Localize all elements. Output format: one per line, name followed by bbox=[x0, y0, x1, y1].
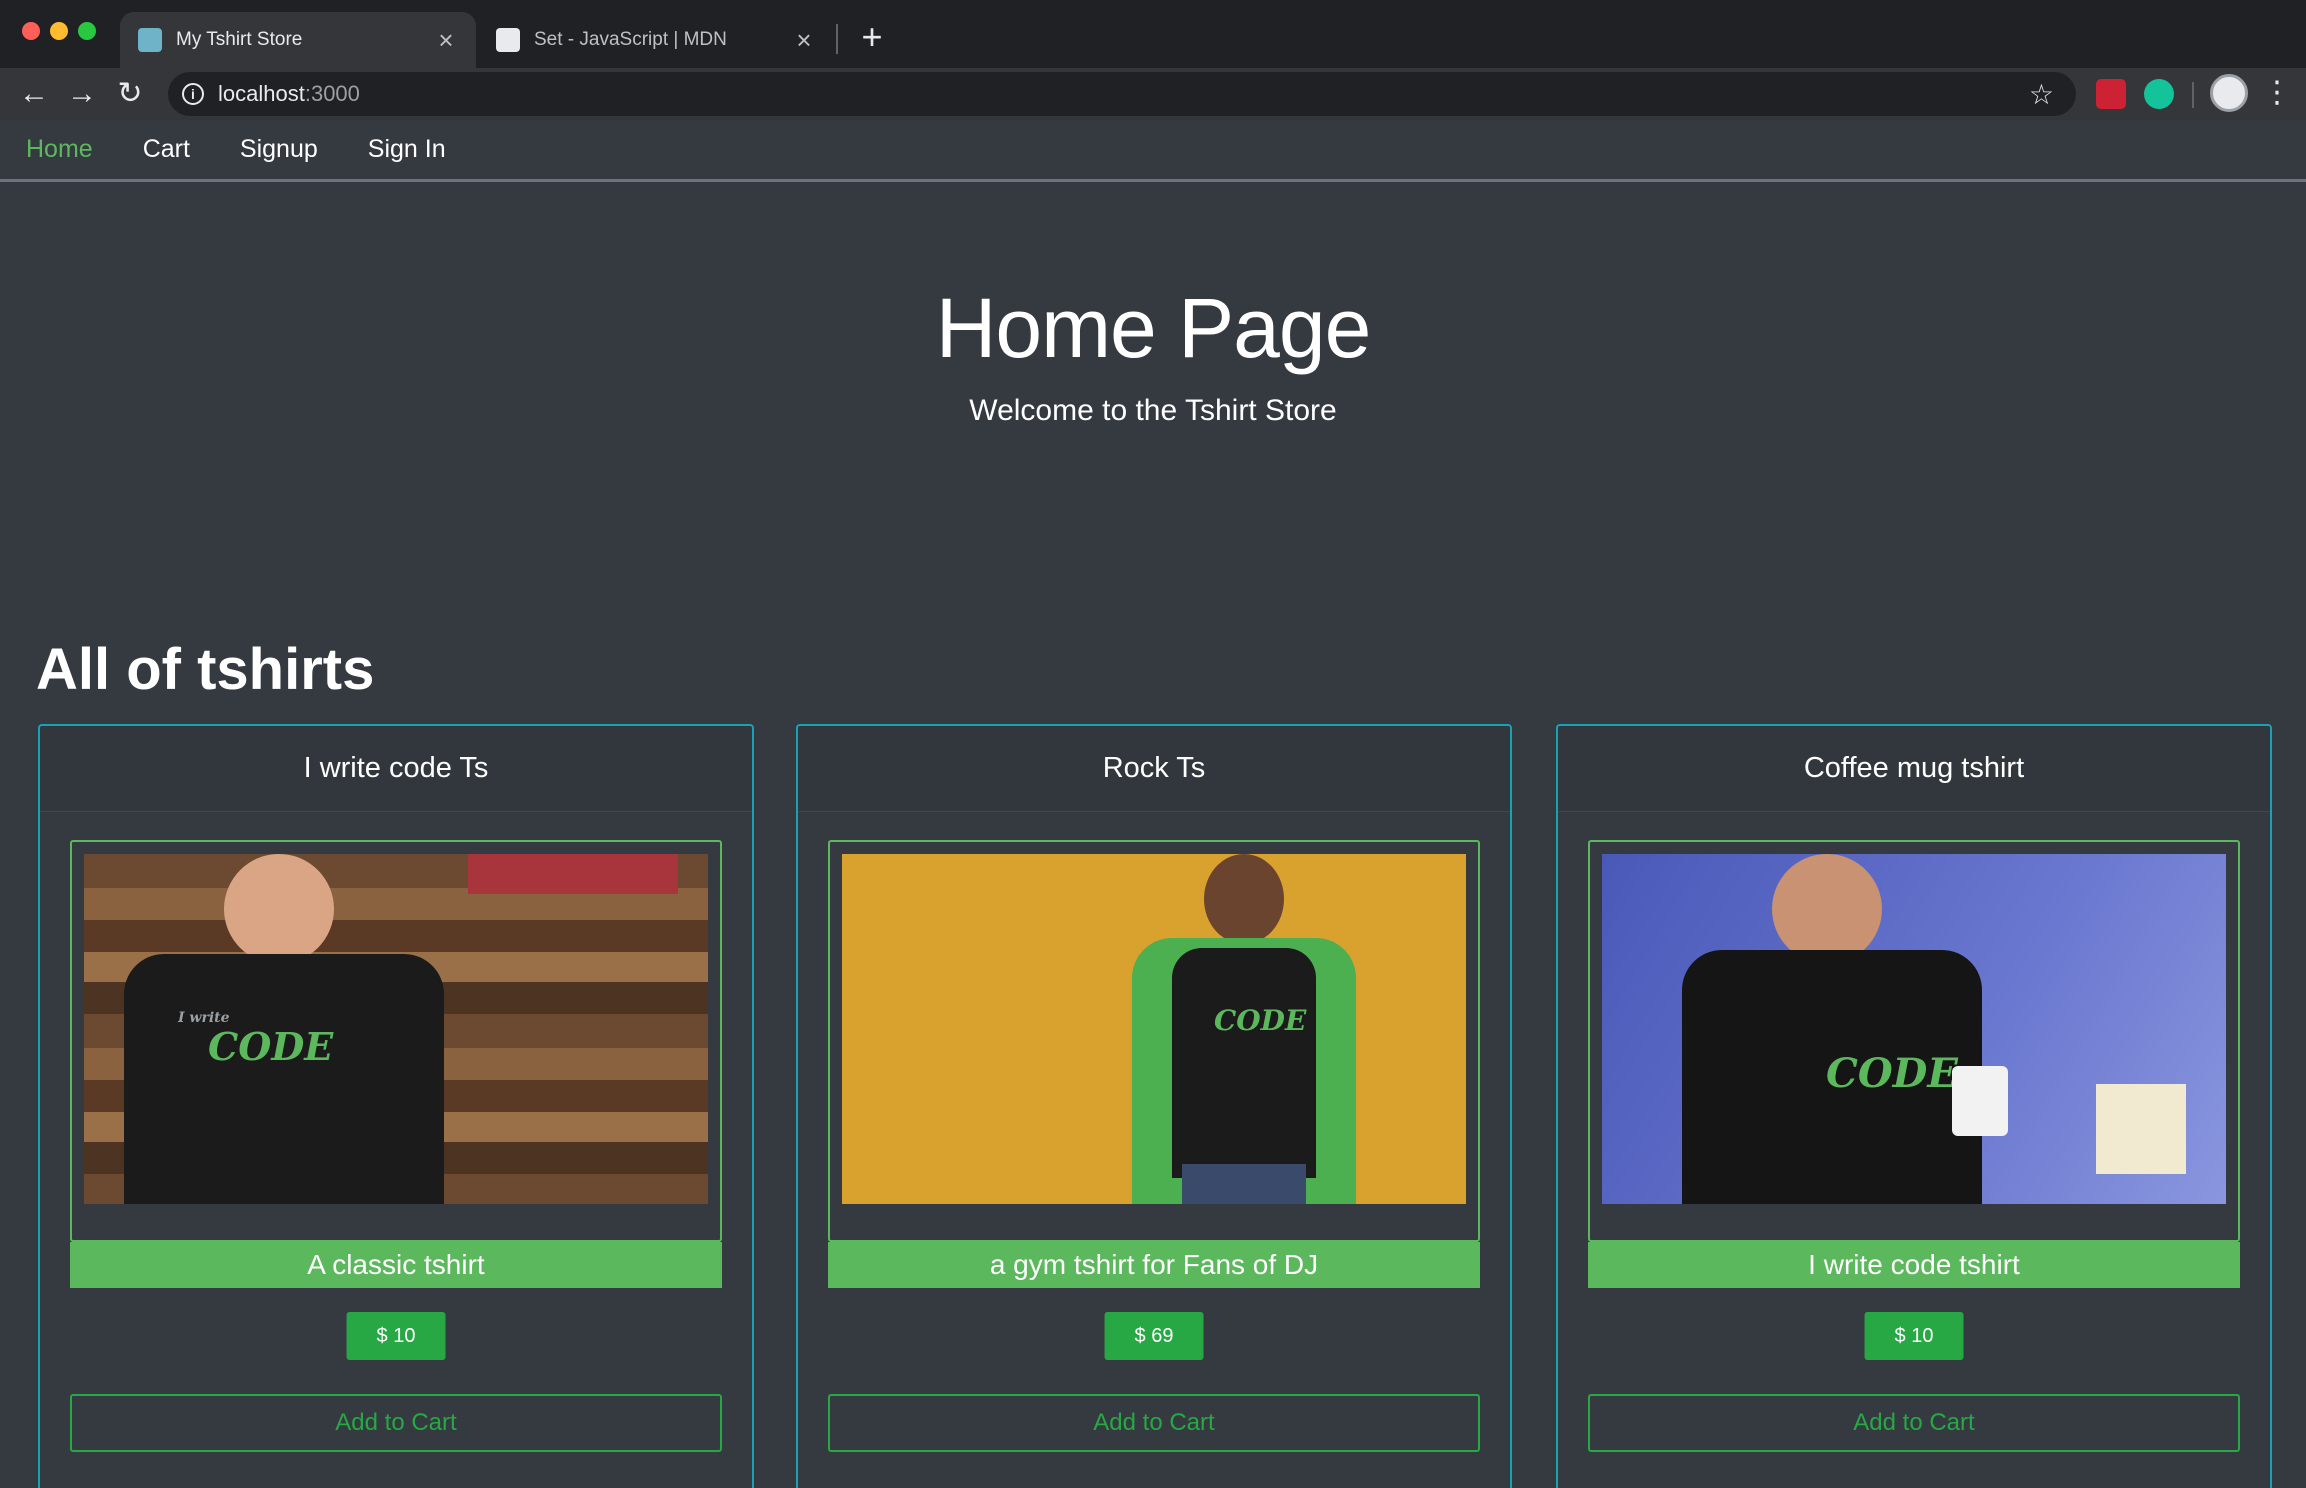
photo-logo-big: CODE bbox=[1214, 1004, 1307, 1037]
price-badge: $ 10 bbox=[346, 1312, 446, 1360]
browser-tab-tshirt-store[interactable]: My Tshirt Store × bbox=[120, 12, 476, 68]
browser-toolbar: ← → ↻ i localhost:3000 ☆ ⋮ bbox=[0, 68, 2306, 120]
product-image-frame: I write CODE A classic tshirt bbox=[70, 840, 722, 1288]
model-head bbox=[1772, 854, 1882, 964]
url-port: :3000 bbox=[304, 81, 360, 106]
product-image-frame: CODE I write code tshirt bbox=[1588, 840, 2240, 1288]
product-description: I write code tshirt bbox=[1588, 1242, 2240, 1288]
price-badge: $ 10 bbox=[1864, 1312, 1964, 1360]
product-card: I write code Ts I write CODE A classic t… bbox=[38, 724, 754, 1488]
add-to-cart-button[interactable]: Add to Cart bbox=[828, 1394, 1480, 1452]
close-window-button[interactable] bbox=[22, 22, 40, 40]
address-bar[interactable]: i localhost:3000 ☆ bbox=[168, 72, 2076, 116]
lamp-decoration bbox=[2096, 1084, 2186, 1174]
model-tshirt bbox=[1172, 948, 1316, 1178]
photo-logo-big: CODE bbox=[208, 1024, 334, 1069]
browser-menu-icon[interactable]: ⋮ bbox=[2262, 74, 2292, 112]
wood-panel-decoration bbox=[468, 854, 678, 894]
product-card: Rock Ts CODE a gym tshirt for Fans of DJ… bbox=[796, 724, 1512, 1488]
url-host: localhost bbox=[218, 81, 305, 106]
reload-icon[interactable]: ↻ bbox=[112, 76, 148, 112]
model-tshirt bbox=[124, 954, 444, 1204]
product-description: A classic tshirt bbox=[70, 1242, 722, 1288]
tab-title: Set - JavaScript | MDN bbox=[534, 29, 727, 50]
page-subtitle: Welcome to the Tshirt Store bbox=[969, 394, 1337, 427]
nav-link-home[interactable]: Home bbox=[26, 135, 93, 164]
browser-tab-bar: My Tshirt Store × Set - JavaScript | MDN… bbox=[0, 0, 2306, 68]
section-title: All of tshirts bbox=[36, 637, 375, 702]
bookmark-star-icon[interactable]: ☆ bbox=[2029, 78, 2054, 111]
minimize-window-button[interactable] bbox=[50, 22, 68, 40]
product-photo: CODE bbox=[1602, 854, 2226, 1204]
model-head bbox=[224, 854, 334, 964]
product-name: Rock Ts bbox=[798, 726, 1510, 812]
photo-logo-big: CODE bbox=[1826, 1050, 1958, 1097]
toolbar-separator bbox=[2192, 82, 2194, 108]
page-title: Home Page bbox=[935, 281, 1372, 375]
add-to-cart-button[interactable]: Add to Cart bbox=[70, 1394, 722, 1452]
forward-arrow-icon[interactable]: → bbox=[64, 76, 100, 112]
new-tab-icon[interactable]: + bbox=[852, 16, 892, 58]
coffee-mug bbox=[1952, 1066, 2008, 1136]
product-photo: I write CODE bbox=[84, 854, 708, 1204]
nav-link-signup[interactable]: Signup bbox=[240, 135, 318, 164]
grammarly-extension-icon[interactable] bbox=[2144, 79, 2174, 109]
nav-link-signin[interactable]: Sign In bbox=[368, 135, 446, 164]
site-favicon-icon bbox=[138, 28, 162, 52]
product-description: a gym tshirt for Fans of DJ bbox=[828, 1242, 1480, 1288]
product-photo: CODE bbox=[842, 854, 1466, 1204]
nav-link-cart[interactable]: Cart bbox=[143, 135, 190, 164]
mdn-favicon-icon bbox=[496, 28, 520, 52]
close-tab-icon[interactable]: × bbox=[792, 25, 816, 56]
maximize-window-button[interactable] bbox=[78, 22, 96, 40]
site-info-icon[interactable]: i bbox=[182, 83, 204, 105]
lastpass-extension-icon[interactable] bbox=[2096, 79, 2126, 109]
product-name: Coffee mug tshirt bbox=[1558, 726, 2270, 812]
product-name: I write code Ts bbox=[40, 726, 752, 812]
browser-tab-mdn[interactable]: Set - JavaScript | MDN × bbox=[478, 12, 834, 68]
close-tab-icon[interactable]: × bbox=[434, 25, 458, 56]
profile-avatar[interactable] bbox=[2210, 74, 2248, 112]
back-arrow-icon[interactable]: ← bbox=[16, 76, 52, 112]
add-to-cart-button[interactable]: Add to Cart bbox=[1588, 1394, 2240, 1452]
model-head bbox=[1204, 854, 1284, 944]
product-card: Coffee mug tshirt CODE I write code tshi… bbox=[1556, 724, 2272, 1488]
model-jeans bbox=[1182, 1164, 1306, 1204]
price-badge: $ 69 bbox=[1104, 1312, 1204, 1360]
product-image-frame: CODE a gym tshirt for Fans of DJ bbox=[828, 840, 1480, 1288]
site-navbar: Home Cart Signup Sign In bbox=[0, 120, 2306, 182]
tab-title: My Tshirt Store bbox=[176, 29, 303, 50]
tab-separator bbox=[836, 24, 838, 54]
